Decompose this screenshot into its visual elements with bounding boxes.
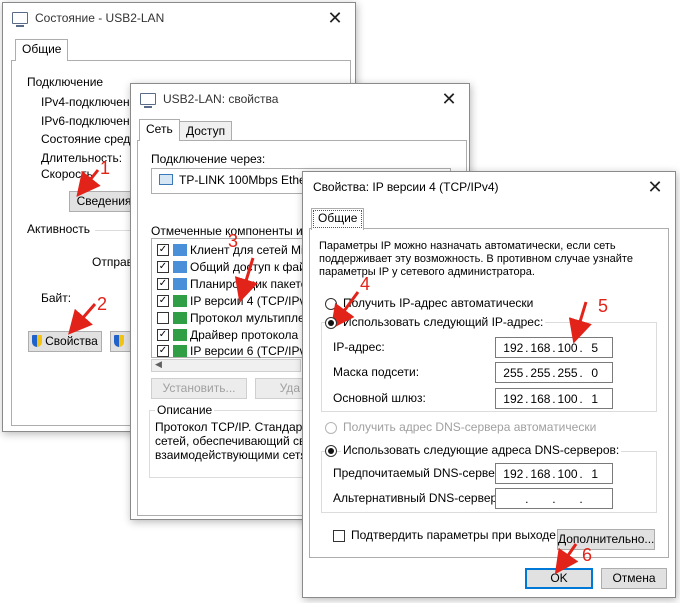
tab-network-label: Сеть: [146, 122, 173, 136]
tab-general[interactable]: Общие: [311, 208, 365, 230]
annotation-number: 3: [228, 231, 239, 251]
annotation-arrow-1: [76, 169, 101, 198]
annotation-number: 5: [598, 296, 609, 316]
annotation-number: 1: [100, 158, 111, 178]
annotation-number: 2: [97, 294, 108, 314]
manual-dns-radio[interactable]: [325, 445, 337, 457]
annotation-arrow-2: [68, 303, 97, 335]
annotation-number: 4: [360, 274, 371, 294]
manual-ip-radio[interactable]: [325, 317, 337, 329]
tab-general-label: Общие: [318, 211, 358, 225]
annotation-number: 6: [582, 545, 593, 565]
tab-network[interactable]: Сеть: [139, 119, 180, 141]
annotation-arrow-6: [554, 543, 579, 575]
tab-general-label: Общие: [22, 42, 62, 56]
annotation-arrow-4: [330, 291, 360, 330]
annotation-arrow-5: [568, 301, 592, 344]
annotation-arrow-3: [234, 257, 258, 303]
tab-general[interactable]: Общие: [15, 39, 69, 61]
